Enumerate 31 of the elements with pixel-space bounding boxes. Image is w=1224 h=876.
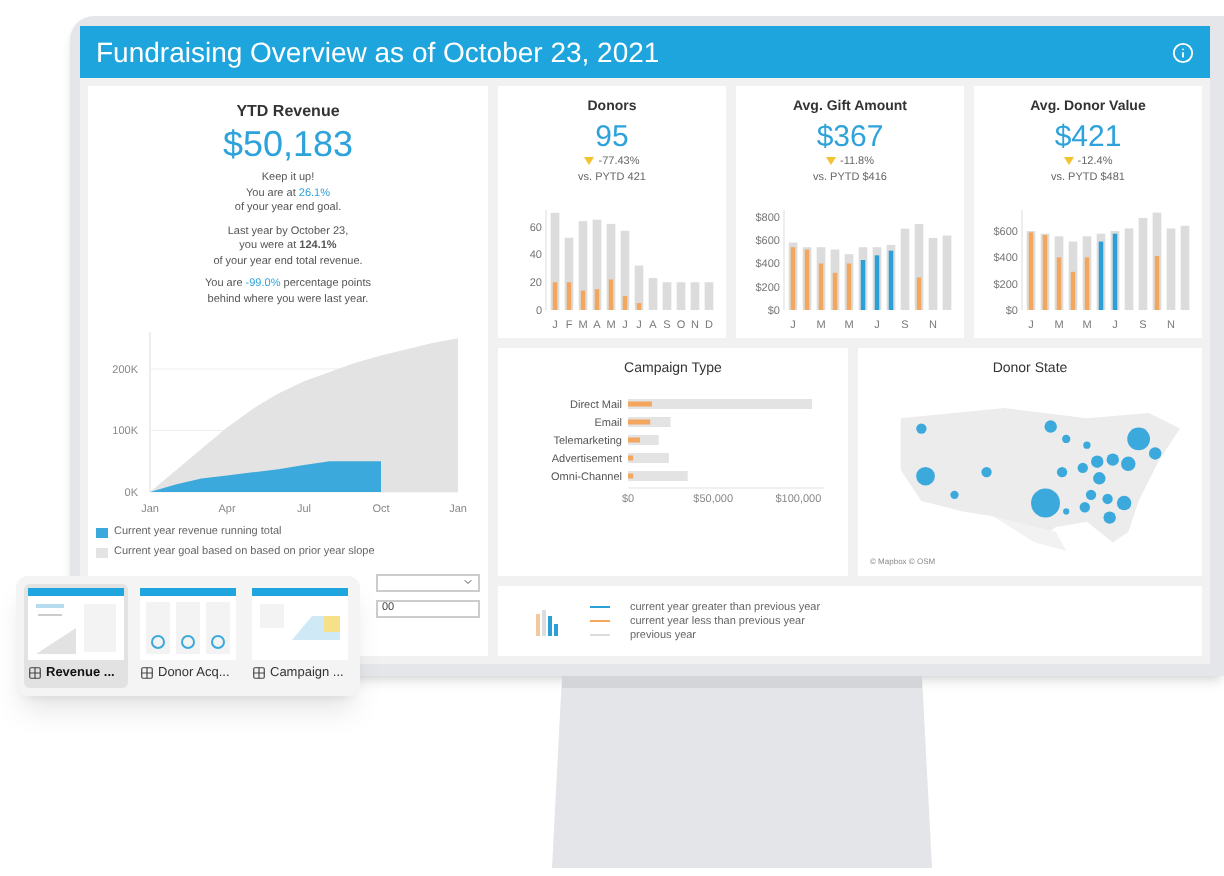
kpi-value: 95: [595, 119, 629, 153]
bar: [1180, 225, 1190, 310]
bar: [928, 237, 938, 310]
bar: [1138, 217, 1148, 310]
caret-icon: [462, 576, 474, 588]
bar: [900, 228, 910, 310]
grid-icon: [140, 666, 154, 681]
revenue-value: $50,183: [222, 124, 354, 164]
bar: [676, 282, 686, 310]
bar: [704, 282, 714, 310]
bar: [662, 282, 672, 310]
bar: [1166, 228, 1176, 310]
dashboard-title: Fundraising Overview as of October 23, 2021: [96, 33, 660, 72]
dropdown[interactable]: [376, 573, 480, 591]
grid-icon: [252, 666, 266, 681]
down-triangle-icon: [1063, 156, 1074, 167]
bar: [648, 278, 658, 310]
sheet-thumbnail-drawing: [252, 588, 348, 660]
sheet-thumbnail-drawing: [28, 588, 124, 660]
down-triangle-icon: [584, 156, 595, 167]
bar: [1124, 228, 1134, 310]
sheet-thumbnail-drawing: [140, 588, 236, 660]
bar-chart-icon: [534, 607, 562, 635]
down-triangle-icon: [825, 156, 836, 167]
info-icon[interactable]: [1172, 41, 1194, 63]
grid-icon: [28, 666, 42, 681]
kpi-value: $367: [816, 119, 884, 153]
kpi-value: $421: [1054, 119, 1122, 153]
card-title: YTD Revenue: [236, 100, 340, 124]
bar: [942, 235, 952, 310]
bar: [690, 282, 700, 310]
